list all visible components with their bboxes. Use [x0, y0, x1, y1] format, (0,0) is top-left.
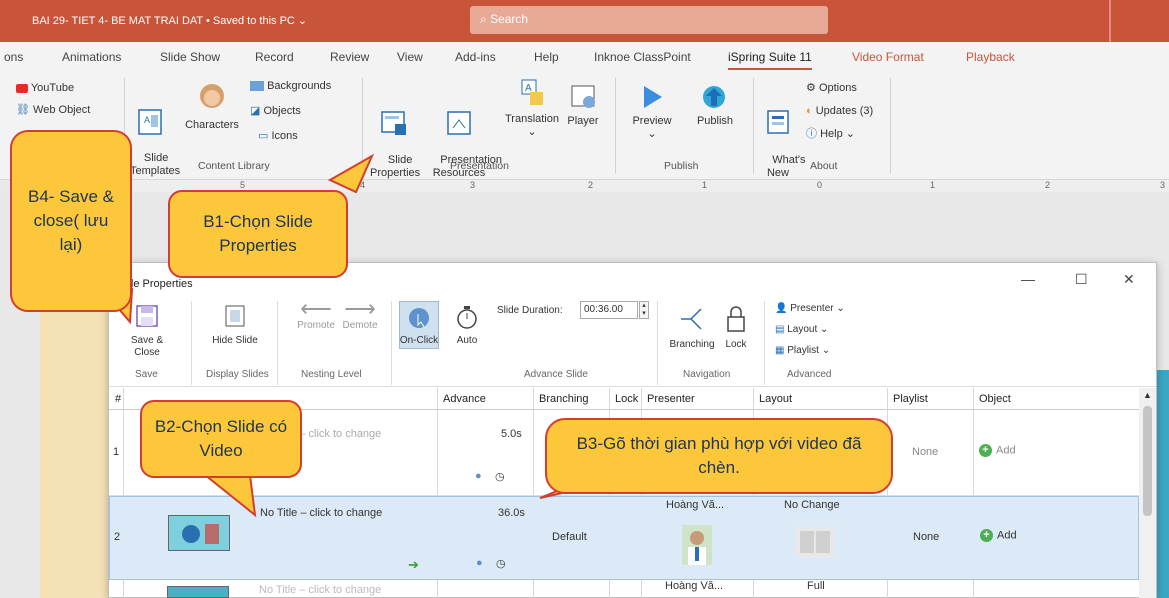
callout-b3: B3-Gõ thời gian phù hợp với video đã chè… — [545, 418, 893, 494]
callout-b4: B4- Save & close( lưu lại) — [10, 130, 132, 312]
callout-b1: B1-Chọn Slide Properties — [168, 190, 348, 278]
callout-b2: B2-Chọn Slide có Video — [140, 400, 302, 478]
callout-b1-tail — [327, 153, 375, 194]
callout-tails — [116, 153, 621, 518]
callout-b2-tail — [202, 474, 257, 518]
